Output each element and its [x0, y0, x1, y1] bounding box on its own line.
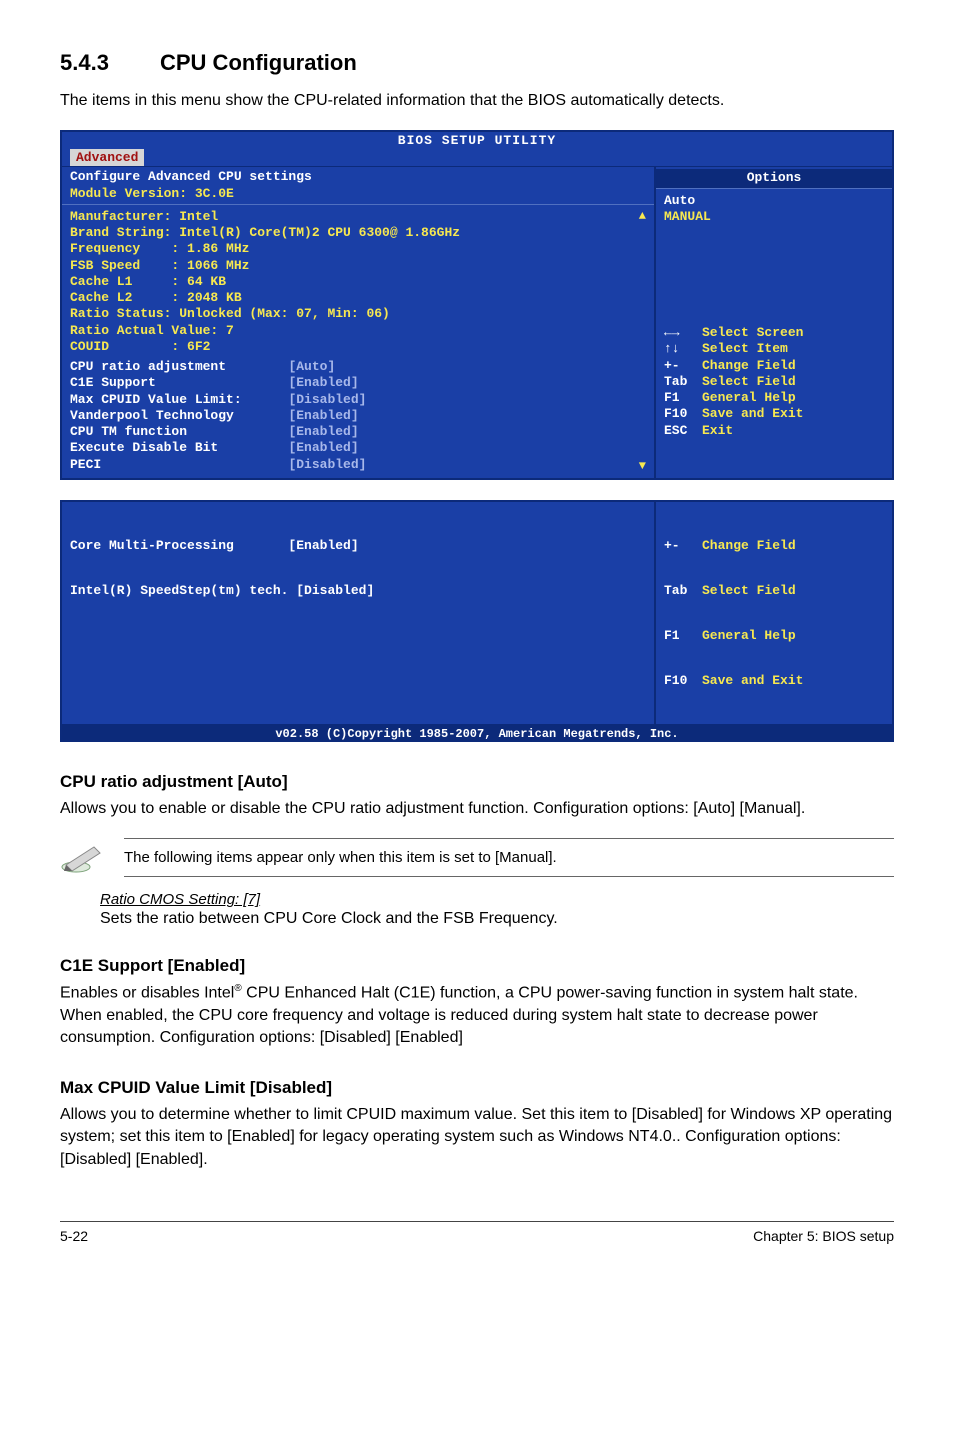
bios2-right: +-Change Field TabSelect Field F1General…: [656, 502, 892, 724]
bios-setting-row[interactable]: C1E Support [Enabled]: [70, 375, 646, 391]
bios-info-row: Brand String: Intel(R) Core(TM)2 CPU 630…: [70, 225, 646, 241]
nav-hint: F1General Help: [664, 628, 884, 643]
bios-setting-row[interactable]: PECI [Disabled]: [70, 457, 646, 473]
scroll-down-icon[interactable]: ▼: [639, 459, 646, 474]
bios-panel-secondary: Core Multi-Processing [Enabled] Intel(R)…: [60, 500, 894, 726]
bios-title: BIOS SETUP UTILITY: [62, 132, 892, 149]
bios-setting-row[interactable]: Intel(R) SpeedStep(tm) tech. [Disabled]: [70, 583, 646, 598]
nav-hint: F1General Help: [664, 390, 884, 406]
nav-hint: TabSelect Field: [664, 583, 884, 598]
bios-conf-line1: Configure Advanced CPU settings: [70, 169, 646, 185]
bios-setting-row[interactable]: Max CPUID Value Limit: [Disabled]: [70, 392, 646, 408]
chapter-label: Chapter 5: BIOS setup: [753, 1228, 894, 1244]
intro-paragraph: The items in this menu show the CPU-rela…: [60, 90, 894, 112]
pencil-icon: [60, 843, 104, 873]
ratio-cmos-desc: Sets the ratio between CPU Core Clock an…: [100, 910, 894, 928]
sub1-paragraph: Allows you to enable or disable the CPU …: [60, 798, 894, 820]
section-number: 5.4.3: [60, 50, 160, 76]
nav-hint: ESCExit: [664, 423, 884, 439]
nav-hint: +-Change Field: [664, 358, 884, 374]
note-row: The following items appear only when thi…: [60, 838, 894, 877]
sub2-paragraph: Enables or disables Intel® CPU Enhanced …: [60, 982, 894, 1050]
nav-hint: ↑↓Select Item: [664, 341, 884, 357]
page-footer: 5-22 Chapter 5: BIOS setup: [60, 1221, 894, 1244]
bios-right-pane: Options Auto MANUAL ←→Select Screen ↑↓Se…: [656, 167, 892, 478]
bios-info-row: Ratio Status: Unlocked (Max: 07, Min: 06…: [70, 306, 646, 322]
nav-hint: +-Change Field: [664, 538, 884, 553]
bios-tab-advanced[interactable]: Advanced: [70, 149, 144, 166]
bios-copyright: v02.58 (C)Copyright 1985-2007, American …: [60, 726, 894, 742]
sub3-paragraph: Allows you to determine whether to limit…: [60, 1104, 894, 1171]
section-heading: 5.4.3CPU Configuration: [60, 50, 894, 76]
page-number: 5-22: [60, 1228, 88, 1244]
nav-hint: F10Save and Exit: [664, 406, 884, 422]
registered-mark: ®: [234, 983, 241, 994]
options-manual[interactable]: MANUAL: [664, 209, 884, 225]
options-header: Options: [656, 169, 892, 188]
nav-hint: F10Save and Exit: [664, 673, 884, 688]
bios-info-row: COUID : 6F2: [70, 339, 646, 355]
bios-panel: BIOS SETUP UTILITY Advanced Configure Ad…: [60, 130, 894, 480]
section-title: CPU Configuration: [160, 50, 357, 75]
bios-info-row: Manufacturer: Intel: [70, 209, 646, 225]
bios-tabbar: Advanced: [62, 149, 892, 166]
nav-hint: ←→Select Screen: [664, 325, 884, 341]
bios2-left: Core Multi-Processing [Enabled] Intel(R)…: [62, 502, 656, 724]
ratio-cmos-label: Ratio CMOS Setting: [7]: [100, 891, 894, 908]
bios-setting-row[interactable]: Vanderpool Technology [Enabled]: [70, 408, 646, 424]
note-text: The following items appear only when thi…: [124, 838, 894, 877]
subhead-c1e: C1E Support [Enabled]: [60, 956, 894, 976]
subhead-max-cpuid: Max CPUID Value Limit [Disabled]: [60, 1078, 894, 1098]
options-auto[interactable]: Auto: [664, 193, 884, 209]
bios-conf-line2: Module Version: 3C.0E: [70, 186, 646, 202]
subhead-cpu-ratio: CPU ratio adjustment [Auto]: [60, 772, 894, 792]
bios-info-row: Frequency : 1.86 MHz: [70, 241, 646, 257]
bios-setting-row[interactable]: CPU TM function [Enabled]: [70, 424, 646, 440]
bios-setting-row[interactable]: Core Multi-Processing [Enabled]: [70, 538, 646, 553]
bios-setting-row[interactable]: CPU ratio adjustment [Auto]: [70, 359, 646, 375]
bios-info-row: Ratio Actual Value: 7: [70, 323, 646, 339]
bios-info-row: Cache L2 : 2048 KB: [70, 290, 646, 306]
nav-hint: TabSelect Field: [664, 374, 884, 390]
bios-info-row: Cache L1 : 64 KB: [70, 274, 646, 290]
bios-left-pane: Configure Advanced CPU settings Module V…: [62, 167, 656, 478]
bios-setting-row[interactable]: Execute Disable Bit [Enabled]: [70, 440, 646, 456]
bios-info-row: FSB Speed : 1066 MHz: [70, 258, 646, 274]
scroll-up-icon[interactable]: ▲: [639, 209, 646, 224]
